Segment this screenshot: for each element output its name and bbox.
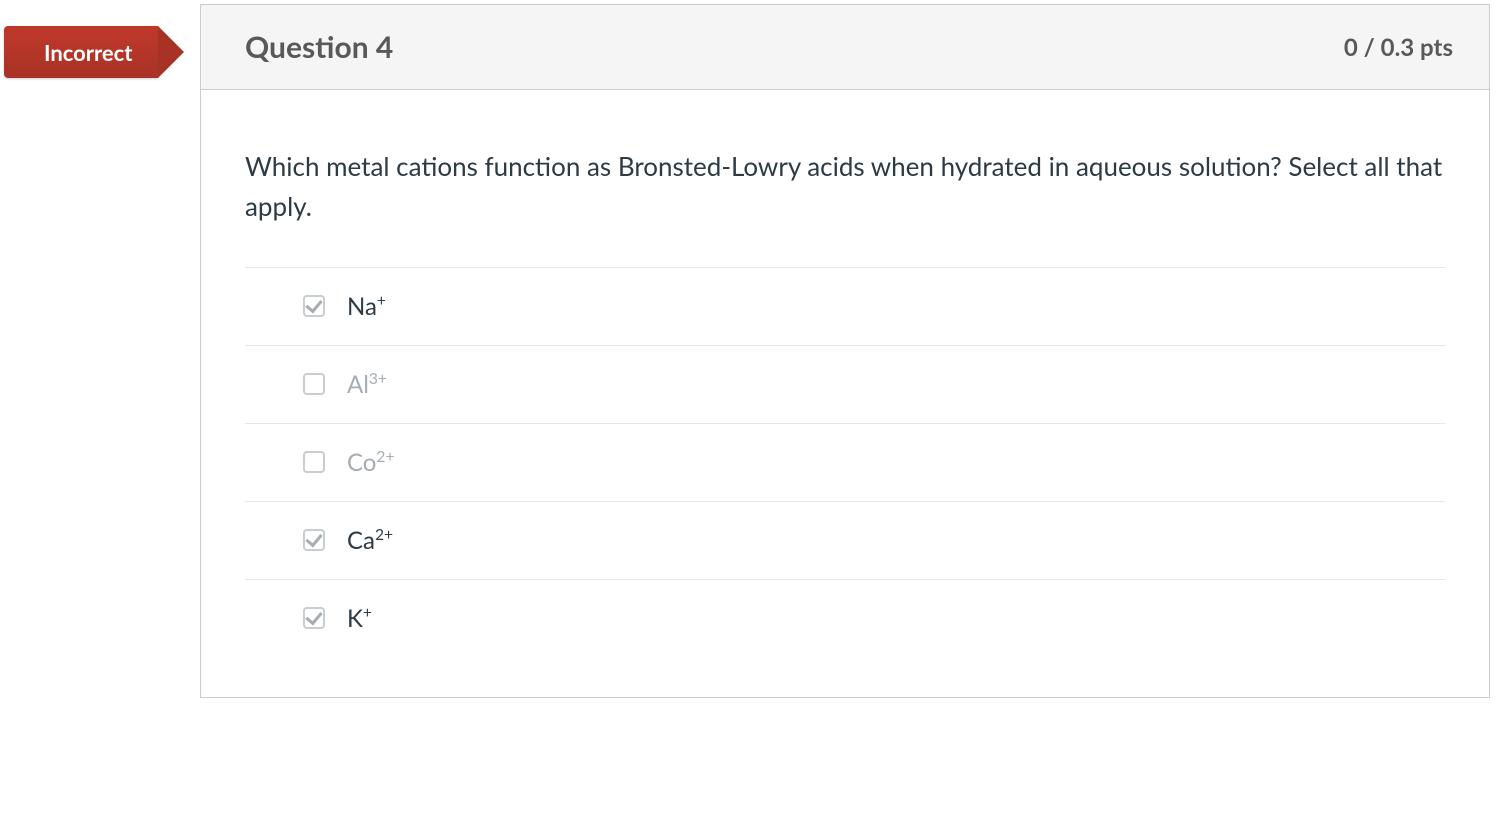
checkbox-icon <box>303 451 325 473</box>
checkbox-icon <box>303 373 325 395</box>
answer-label: Al3+ <box>347 370 387 399</box>
answer-label: K+ <box>347 604 372 633</box>
question-body: Which metal cations function as Bronsted… <box>201 90 1489 697</box>
answer-option: Ca2+ <box>245 502 1445 580</box>
question-header: Question 4 0 / 0.3 pts <box>201 5 1489 90</box>
question-card: Question 4 0 / 0.3 pts Which metal catio… <box>200 4 1490 698</box>
answers-list: Na+ Al3+ Co2+ <box>245 267 1445 657</box>
answer-option: Co2+ <box>245 424 1445 502</box>
question-title: Question 4 <box>245 29 393 65</box>
checkbox-icon <box>303 607 325 629</box>
answer-label: Co2+ <box>347 448 395 477</box>
status-label: Incorrect <box>44 39 132 66</box>
answer-option: K+ <box>245 580 1445 657</box>
checkbox-icon <box>303 295 325 317</box>
answer-label: Ca2+ <box>347 526 393 555</box>
checkbox-icon <box>303 529 325 551</box>
question-points: 0 / 0.3 pts <box>1344 33 1453 62</box>
status-flag-incorrect: Incorrect <box>4 26 158 78</box>
answer-label: Na+ <box>347 292 386 321</box>
answer-option: Al3+ <box>245 346 1445 424</box>
quiz-question-page: Incorrect Question 4 0 / 0.3 pts Which m… <box>0 0 1508 840</box>
question-prompt: Which metal cations function as Bronsted… <box>245 146 1445 227</box>
answer-option: Na+ <box>245 268 1445 346</box>
